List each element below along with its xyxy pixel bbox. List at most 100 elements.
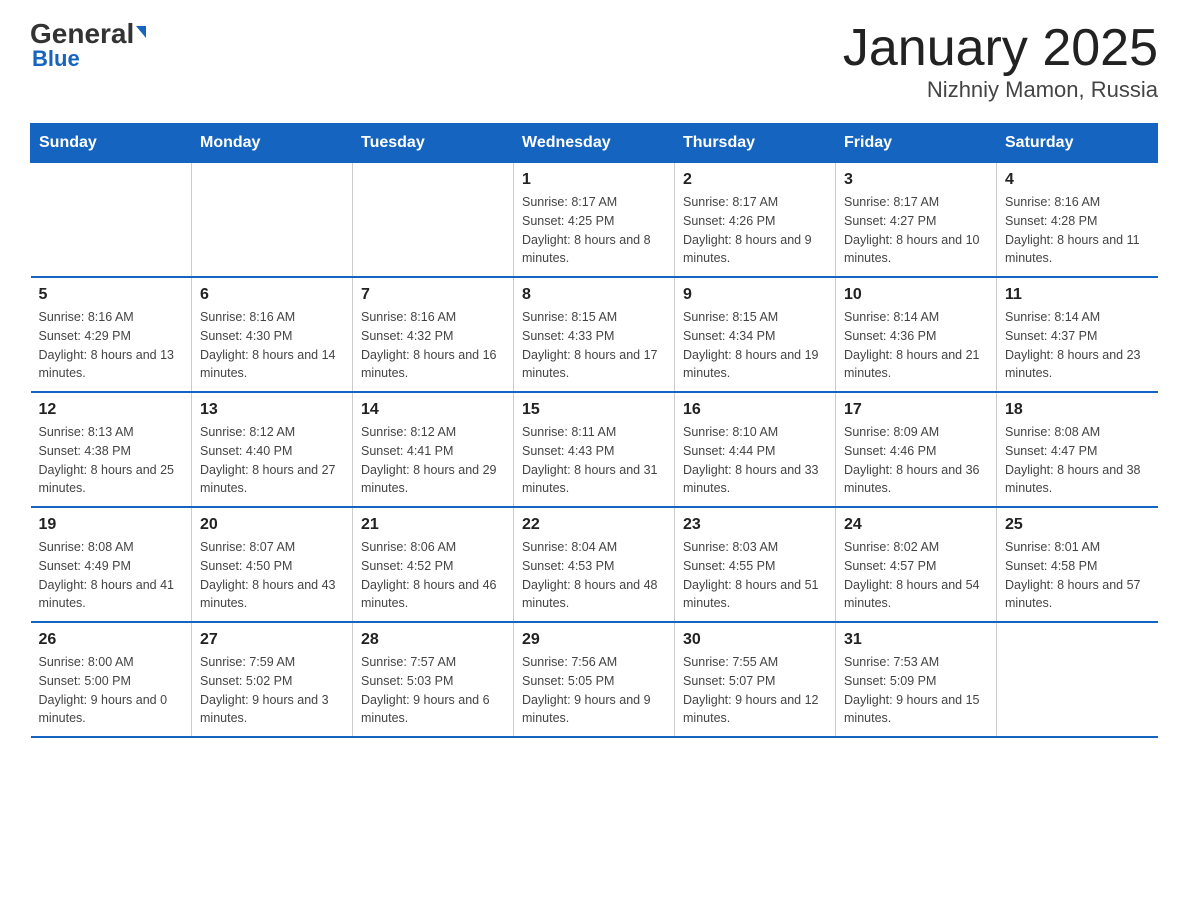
day-info: Sunrise: 8:00 AM Sunset: 5:00 PM Dayligh…: [39, 653, 184, 728]
logo: General Blue: [30, 20, 146, 72]
day-info: Sunrise: 8:10 AM Sunset: 4:44 PM Dayligh…: [683, 423, 827, 498]
day-info: Sunrise: 8:08 AM Sunset: 4:49 PM Dayligh…: [39, 538, 184, 613]
calendar-day-cell: 30 Sunrise: 7:55 AM Sunset: 5:07 PM Dayli…: [675, 622, 836, 737]
weekday-header: Sunday: [31, 124, 192, 163]
day-number: 21: [361, 516, 505, 534]
day-number: 25: [1005, 516, 1150, 534]
weekday-header: Saturday: [997, 124, 1158, 163]
calendar-day-cell: 31 Sunrise: 7:53 AM Sunset: 5:09 PM Dayli…: [836, 622, 997, 737]
weekday-header: Tuesday: [353, 124, 514, 163]
calendar-day-cell: 16 Sunrise: 8:10 AM Sunset: 4:44 PM Dayli…: [675, 392, 836, 507]
day-info: Sunrise: 7:56 AM Sunset: 5:05 PM Dayligh…: [522, 653, 666, 728]
calendar-week-row: 5 Sunrise: 8:16 AM Sunset: 4:29 PM Daylig…: [31, 277, 1158, 392]
day-number: 30: [683, 631, 827, 649]
day-number: 22: [522, 516, 666, 534]
day-number: 31: [844, 631, 988, 649]
day-info: Sunrise: 8:16 AM Sunset: 4:29 PM Dayligh…: [39, 308, 184, 383]
calendar-day-cell: 29 Sunrise: 7:56 AM Sunset: 5:05 PM Dayli…: [514, 622, 675, 737]
logo-general-text: General: [30, 20, 146, 48]
day-info: Sunrise: 7:53 AM Sunset: 5:09 PM Dayligh…: [844, 653, 988, 728]
day-number: 4: [1005, 171, 1150, 189]
day-info: Sunrise: 7:57 AM Sunset: 5:03 PM Dayligh…: [361, 653, 505, 728]
day-number: 2: [683, 171, 827, 189]
day-info: Sunrise: 8:16 AM Sunset: 4:28 PM Dayligh…: [1005, 193, 1150, 268]
weekday-header: Thursday: [675, 124, 836, 163]
day-number: 8: [522, 286, 666, 304]
day-number: 29: [522, 631, 666, 649]
logo-triangle-icon: [136, 26, 146, 38]
day-number: 6: [200, 286, 344, 304]
day-number: 11: [1005, 286, 1150, 304]
day-number: 5: [39, 286, 184, 304]
weekday-header: Friday: [836, 124, 997, 163]
calendar-day-cell: 5 Sunrise: 8:16 AM Sunset: 4:29 PM Daylig…: [31, 277, 192, 392]
calendar-day-cell: 10 Sunrise: 8:14 AM Sunset: 4:36 PM Dayli…: [836, 277, 997, 392]
day-number: 10: [844, 286, 988, 304]
calendar-subtitle: Nizhniy Mamon, Russia: [843, 77, 1158, 103]
day-info: Sunrise: 8:02 AM Sunset: 4:57 PM Dayligh…: [844, 538, 988, 613]
calendar-table: SundayMondayTuesdayWednesdayThursdayFrid…: [30, 123, 1158, 738]
calendar-day-cell: 27Sunrise: 7:59 AM Sunset: 5:02 PM Dayli…: [192, 622, 353, 737]
day-info: Sunrise: 8:12 AM Sunset: 4:41 PM Dayligh…: [361, 423, 505, 498]
day-number: 9: [683, 286, 827, 304]
day-info: Sunrise: 8:04 AM Sunset: 4:53 PM Dayligh…: [522, 538, 666, 613]
calendar-day-cell: 14 Sunrise: 8:12 AM Sunset: 4:41 PM Dayli…: [353, 392, 514, 507]
day-number: 17: [844, 401, 988, 419]
calendar-week-row: 1 Sunrise: 8:17 AM Sunset: 4:25 PM Daylig…: [31, 163, 1158, 278]
day-number: 3: [844, 171, 988, 189]
calendar-day-cell: 12 Sunrise: 8:13 AM Sunset: 4:38 PM Dayli…: [31, 392, 192, 507]
calendar-day-cell: 19 Sunrise: 8:08 AM Sunset: 4:49 PM Dayli…: [31, 507, 192, 622]
day-info: Sunrise: 8:01 AM Sunset: 4:58 PM Dayligh…: [1005, 538, 1150, 613]
day-number: 7: [361, 286, 505, 304]
day-info: Sunrise: 7:55 AM Sunset: 5:07 PM Dayligh…: [683, 653, 827, 728]
day-info: Sunrise: 8:13 AM Sunset: 4:38 PM Dayligh…: [39, 423, 184, 498]
calendar-day-cell: 26Sunrise: 8:00 AM Sunset: 5:00 PM Dayli…: [31, 622, 192, 737]
calendar-day-cell: 4 Sunrise: 8:16 AM Sunset: 4:28 PM Daylig…: [997, 163, 1158, 278]
page-header: General Blue January 2025 Nizhniy Mamon,…: [30, 20, 1158, 103]
weekday-header: Monday: [192, 124, 353, 163]
calendar-day-cell: [997, 622, 1158, 737]
calendar-day-cell: 15Sunrise: 8:11 AM Sunset: 4:43 PM Dayli…: [514, 392, 675, 507]
day-info: Sunrise: 8:06 AM Sunset: 4:52 PM Dayligh…: [361, 538, 505, 613]
day-info: Sunrise: 8:14 AM Sunset: 4:36 PM Dayligh…: [844, 308, 988, 383]
calendar-day-cell: 21 Sunrise: 8:06 AM Sunset: 4:52 PM Dayli…: [353, 507, 514, 622]
calendar-day-cell: 9Sunrise: 8:15 AM Sunset: 4:34 PM Daylig…: [675, 277, 836, 392]
calendar-day-cell: 1 Sunrise: 8:17 AM Sunset: 4:25 PM Daylig…: [514, 163, 675, 278]
day-info: Sunrise: 8:12 AM Sunset: 4:40 PM Dayligh…: [200, 423, 344, 498]
calendar-title: January 2025: [843, 20, 1158, 77]
day-info: Sunrise: 8:16 AM Sunset: 4:30 PM Dayligh…: [200, 308, 344, 383]
calendar-week-row: 12 Sunrise: 8:13 AM Sunset: 4:38 PM Dayli…: [31, 392, 1158, 507]
calendar-day-cell: [353, 163, 514, 278]
day-number: 13: [200, 401, 344, 419]
calendar-day-cell: [31, 163, 192, 278]
calendar-day-cell: 28Sunrise: 7:57 AM Sunset: 5:03 PM Dayli…: [353, 622, 514, 737]
day-info: Sunrise: 8:17 AM Sunset: 4:25 PM Dayligh…: [522, 193, 666, 268]
logo-blue-text: Blue: [30, 46, 80, 72]
day-info: Sunrise: 8:17 AM Sunset: 4:27 PM Dayligh…: [844, 193, 988, 268]
day-info: Sunrise: 8:03 AM Sunset: 4:55 PM Dayligh…: [683, 538, 827, 613]
weekday-header: Wednesday: [514, 124, 675, 163]
day-info: Sunrise: 8:08 AM Sunset: 4:47 PM Dayligh…: [1005, 423, 1150, 498]
calendar-day-cell: 18 Sunrise: 8:08 AM Sunset: 4:47 PM Dayli…: [997, 392, 1158, 507]
day-number: 16: [683, 401, 827, 419]
calendar-day-cell: 25 Sunrise: 8:01 AM Sunset: 4:58 PM Dayli…: [997, 507, 1158, 622]
day-number: 12: [39, 401, 184, 419]
day-info: Sunrise: 8:09 AM Sunset: 4:46 PM Dayligh…: [844, 423, 988, 498]
calendar-day-cell: 2Sunrise: 8:17 AM Sunset: 4:26 PM Daylig…: [675, 163, 836, 278]
day-info: Sunrise: 8:15 AM Sunset: 4:33 PM Dayligh…: [522, 308, 666, 383]
day-number: 1: [522, 171, 666, 189]
calendar-day-cell: 6 Sunrise: 8:16 AM Sunset: 4:30 PM Daylig…: [192, 277, 353, 392]
day-number: 24: [844, 516, 988, 534]
day-number: 20: [200, 516, 344, 534]
calendar-week-row: 26Sunrise: 8:00 AM Sunset: 5:00 PM Dayli…: [31, 622, 1158, 737]
calendar-header-row: SundayMondayTuesdayWednesdayThursdayFrid…: [31, 124, 1158, 163]
day-number: 18: [1005, 401, 1150, 419]
day-number: 19: [39, 516, 184, 534]
day-number: 14: [361, 401, 505, 419]
day-number: 23: [683, 516, 827, 534]
calendar-week-row: 19 Sunrise: 8:08 AM Sunset: 4:49 PM Dayli…: [31, 507, 1158, 622]
calendar-day-cell: 22 Sunrise: 8:04 AM Sunset: 4:53 PM Dayli…: [514, 507, 675, 622]
calendar-day-cell: 23 Sunrise: 8:03 AM Sunset: 4:55 PM Dayli…: [675, 507, 836, 622]
title-block: January 2025 Nizhniy Mamon, Russia: [843, 20, 1158, 103]
calendar-day-cell: [192, 163, 353, 278]
